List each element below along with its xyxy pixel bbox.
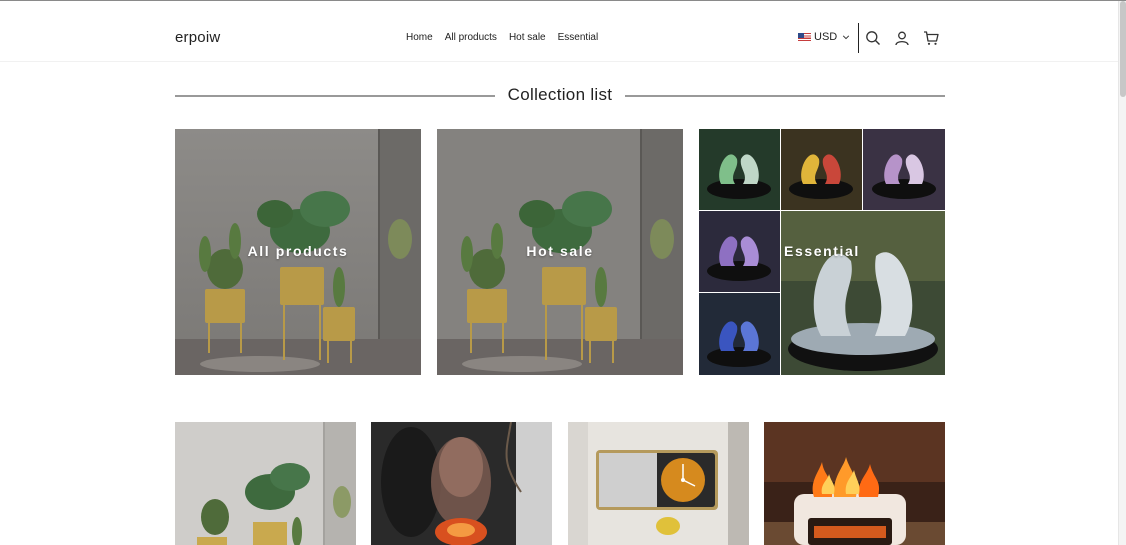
- swan-thumb: [699, 129, 780, 210]
- swan-thumb: [699, 293, 780, 375]
- search-icon[interactable]: [865, 30, 881, 46]
- swan-thumb-large: [781, 211, 945, 375]
- main-nav: Home All products Hot sale Essential: [406, 32, 598, 43]
- product-card[interactable]: [175, 422, 356, 545]
- section-title-rule-left: [175, 95, 495, 97]
- collection-label: Hot sale: [526, 243, 594, 259]
- page-scrollbar[interactable]: [1118, 1, 1126, 545]
- currency-label: USD: [814, 31, 838, 43]
- product-image-humidifier: [371, 422, 552, 545]
- collection-label: Essential: [784, 243, 860, 259]
- product-card[interactable]: [764, 422, 945, 545]
- nav-all-products[interactable]: All products: [445, 32, 497, 43]
- section-title-rule-right: [625, 95, 945, 97]
- us-flag-icon: [798, 33, 811, 41]
- product-card[interactable]: [371, 422, 552, 545]
- nav-home[interactable]: Home: [406, 32, 433, 43]
- scrollbar-thumb[interactable]: [1120, 1, 1126, 97]
- site-header: erpoiw Home All products Hot sale Essent…: [0, 1, 1118, 62]
- currency-selector[interactable]: USD: [798, 31, 850, 43]
- store-logo[interactable]: erpoiw: [175, 29, 220, 46]
- account-icon[interactable]: [894, 30, 910, 46]
- cart-icon[interactable]: [923, 30, 939, 46]
- product-image-flame-diffuser: [764, 422, 945, 545]
- product-card[interactable]: [568, 422, 749, 545]
- section-title: Collection list: [507, 85, 613, 104]
- collection-card-hot-sale[interactable]: Hot sale: [437, 129, 683, 375]
- header-divider: [858, 23, 859, 53]
- collection-card-essential[interactable]: Essential: [699, 129, 945, 375]
- nav-essential[interactable]: Essential: [558, 32, 599, 43]
- chevron-down-icon: [843, 35, 850, 40]
- product-image-plant-stand: [175, 422, 356, 545]
- nav-hot-sale[interactable]: Hot sale: [509, 32, 546, 43]
- collection-label: All products: [247, 243, 349, 259]
- product-image-wall-clock: [568, 422, 749, 545]
- collection-card-all-products[interactable]: All products: [175, 129, 421, 375]
- swan-thumb: [863, 129, 945, 210]
- swan-thumb: [781, 129, 862, 210]
